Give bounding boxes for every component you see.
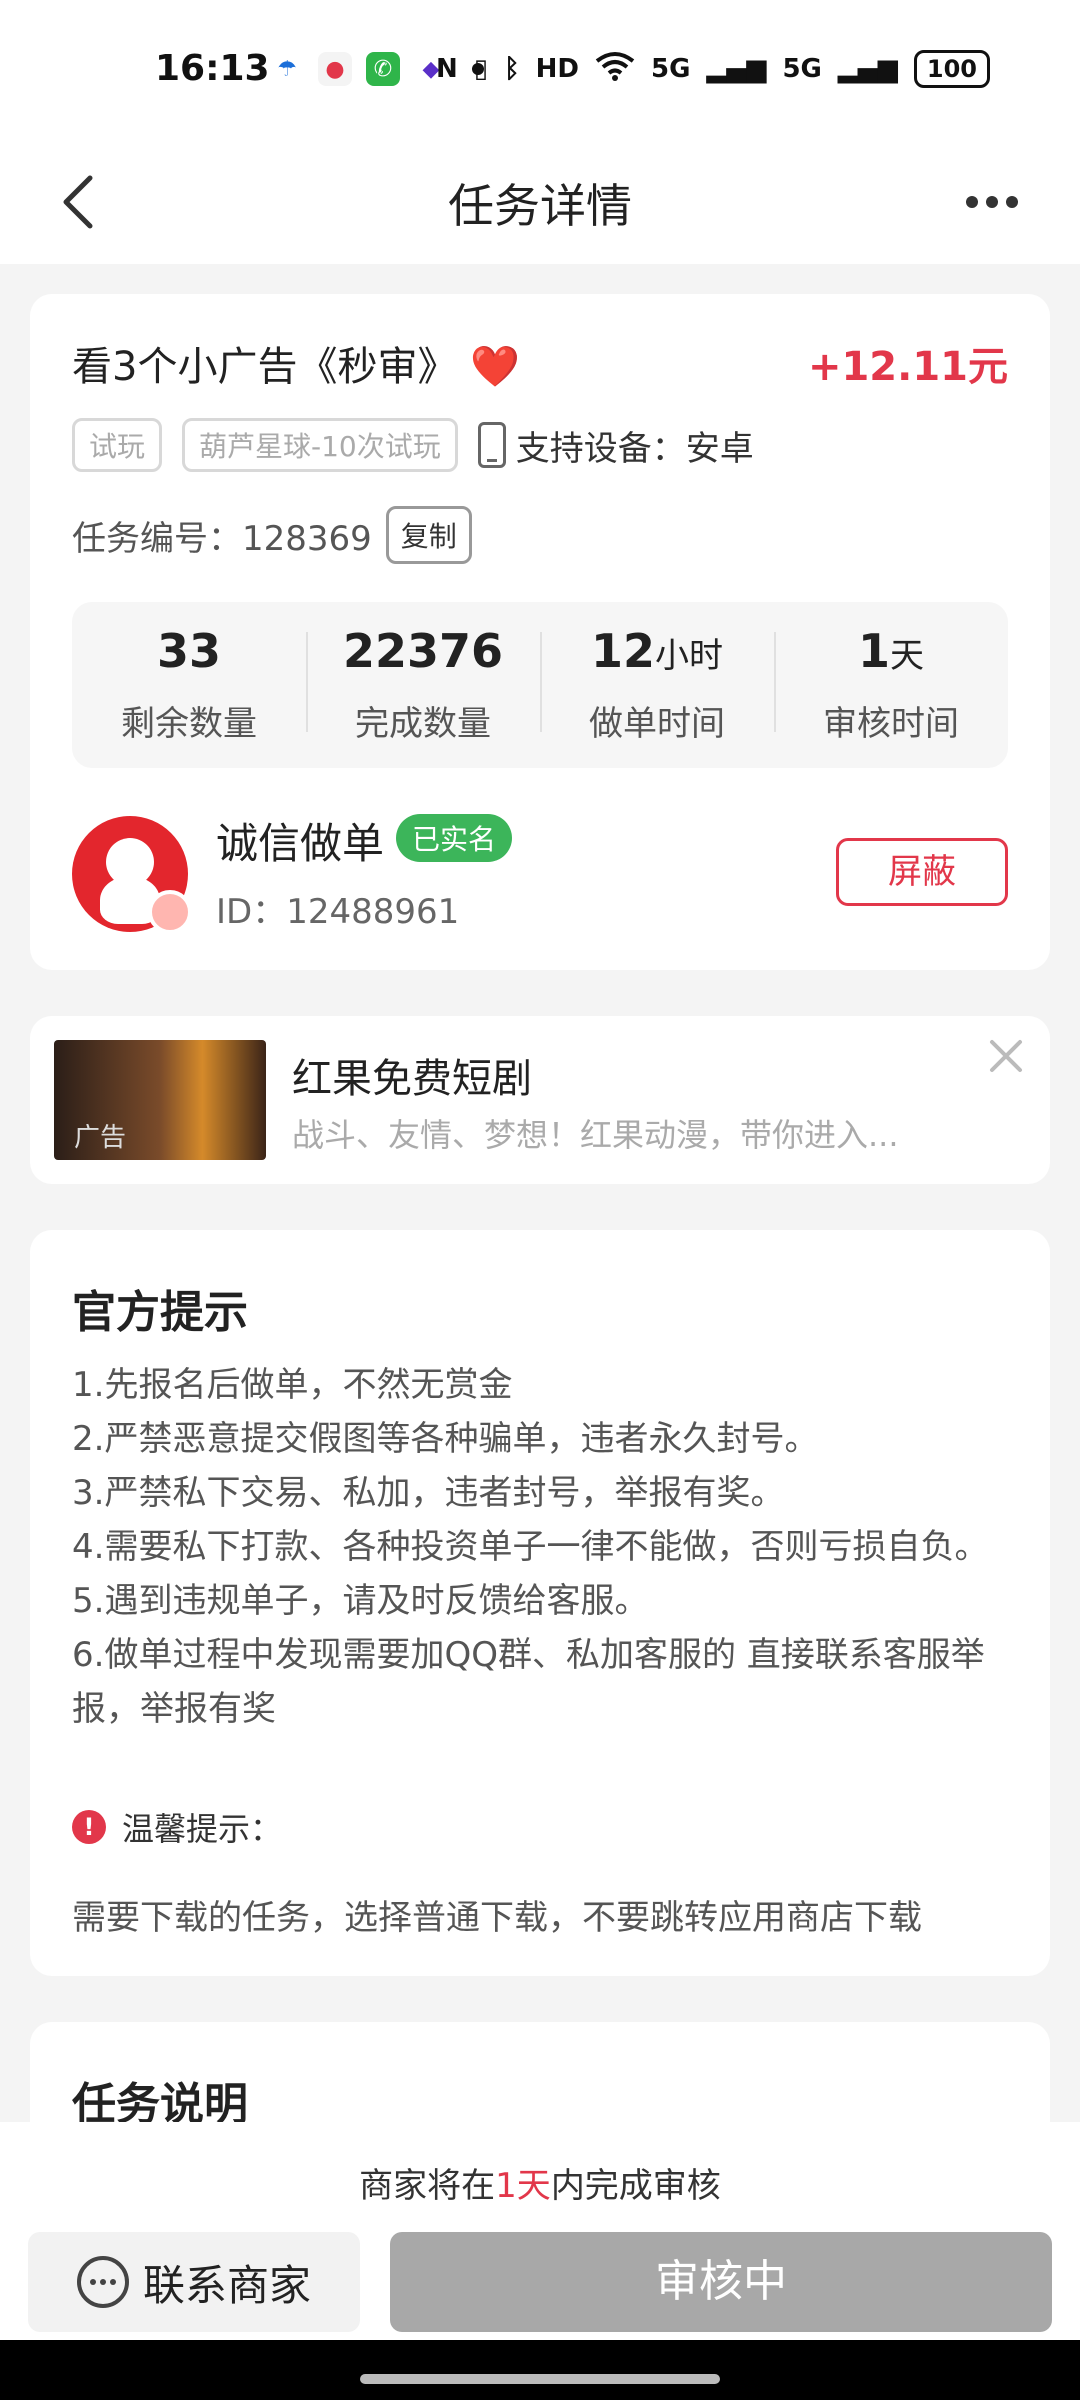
signal-bars-icon-1: ▂▄▆ bbox=[706, 54, 767, 84]
status-bar: 16:13 ☂ ● ✆ ◆ N ▯ ᛒ HD 5G ▂▄▆ 5G ▂▄▆ 100 bbox=[0, 0, 1080, 140]
stat-unit: 小时 bbox=[655, 636, 723, 676]
warning-icon: ! bbox=[72, 1810, 106, 1844]
notice-item: 6.做单过程中发现需要加QQ群、私加客服的 直接联系客服举报，举报有奖 bbox=[72, 1635, 985, 1729]
stat-value: 1 bbox=[857, 624, 890, 678]
notice-item: 2.严禁恶意提交假图等各种骗单，违者永久封号。 bbox=[72, 1419, 819, 1459]
phone-icon bbox=[477, 422, 506, 468]
ad-card[interactable]: 广告 红果免费短剧 战斗、友情、梦想！红果动漫，带你进入... bbox=[30, 1016, 1050, 1184]
chat-icon bbox=[76, 2256, 129, 2308]
stat-value: 12 bbox=[590, 624, 655, 678]
block-button[interactable]: 屏蔽 bbox=[836, 838, 1008, 906]
page-title: 任务详情 bbox=[448, 179, 632, 233]
more-options-button[interactable] bbox=[966, 180, 1036, 224]
vibrate-icon: ▯ bbox=[473, 54, 489, 84]
supported-device-text: 支持设备：安卓 bbox=[515, 428, 754, 469]
stat-label: 做单时间 bbox=[589, 704, 725, 744]
stat-value: 22376 bbox=[342, 624, 504, 678]
stat-label: 审核时间 bbox=[823, 704, 959, 744]
bottom-action-bar: 商家将在1天内完成审核 联系商家 审核中 bbox=[0, 2122, 1080, 2340]
tag-trial: 试玩 bbox=[72, 418, 163, 472]
tag-platform: 葫芦星球-10次试玩 bbox=[182, 418, 458, 472]
wifi-icon bbox=[595, 51, 635, 88]
verified-badge: 已实名 bbox=[396, 814, 513, 862]
task-number-row: 任务编号：128369 复制 bbox=[72, 506, 472, 564]
ad-description: 战斗、友情、梦想！红果动漫，带你进入... bbox=[292, 1116, 899, 1154]
stat-unit: 天 bbox=[890, 636, 924, 676]
notice-item: 5.遇到违规单子，请及时反馈给客服。 bbox=[72, 1581, 649, 1621]
system-status-icons: N ▯ ᛒ HD 5G ▂▄▆ 5G ▂▄▆ 100 bbox=[436, 50, 990, 88]
signal-5g-icon-2: 5G bbox=[782, 54, 822, 84]
notice-title: 官方提示 bbox=[72, 1287, 248, 1338]
ad-label: 广告 bbox=[74, 1123, 127, 1153]
copy-button[interactable]: 复制 bbox=[385, 506, 472, 564]
task-reward: +12.11元 bbox=[807, 344, 1008, 390]
task-title: 看3个小广告《秒审》 ❤️ bbox=[72, 334, 520, 392]
notice-item: 4.需要私下打款、各种投资单子一律不能做，否则亏损自负。 bbox=[72, 1527, 989, 1567]
contact-merchant-button[interactable]: 联系商家 bbox=[28, 2232, 360, 2332]
nav-bar: 任务详情 bbox=[0, 140, 1080, 264]
notice-item: 3.严禁私下交易、私加，违者封号，举报有奖。 bbox=[72, 1473, 785, 1513]
seller-id: ID：12488961 bbox=[216, 892, 460, 932]
seller-name: 诚信做单 bbox=[216, 819, 385, 868]
nfc-icon: N bbox=[435, 54, 458, 84]
phone-app-icon: ✆ bbox=[366, 52, 400, 86]
close-icon bbox=[990, 1040, 1022, 1072]
notice-list: 1.先报名后做单，不然无赏金 2.严禁恶意提交假图等各种骗单，违者永久封号。 3… bbox=[72, 1358, 1032, 1736]
review-notice-highlight: 1天 bbox=[495, 2166, 551, 2206]
task-number: 任务编号：128369 bbox=[72, 518, 372, 559]
stat-label: 剩余数量 bbox=[121, 704, 257, 744]
bluetooth-icon: ᛒ bbox=[504, 54, 520, 84]
ad-thumbnail[interactable]: 广告 bbox=[54, 1040, 266, 1160]
stat-remaining: 33 剩余数量 bbox=[72, 602, 306, 768]
gesture-navigation-bar bbox=[0, 2340, 1080, 2400]
task-tags: 试玩 葫芦星球-10次试玩 支持设备：安卓 bbox=[72, 418, 754, 472]
stat-label: 完成数量 bbox=[355, 704, 491, 744]
more-dot-icon bbox=[1006, 196, 1018, 208]
task-stats: 33 剩余数量 22376 完成数量 12小时 做单时间 1天 审核时间 bbox=[72, 602, 1008, 768]
more-dot-icon bbox=[986, 196, 998, 208]
status-time: 16:13 bbox=[155, 48, 270, 89]
review-notice-suffix: 内完成审核 bbox=[550, 2166, 721, 2206]
more-dot-icon bbox=[966, 196, 978, 208]
stat-review-time: 1天 审核时间 bbox=[774, 602, 1008, 768]
review-notice: 商家将在1天内完成审核 bbox=[0, 2158, 1080, 2207]
stat-work-time: 12小时 做单时间 bbox=[540, 602, 774, 768]
warm-tip-header: ! 温馨提示： bbox=[72, 1804, 282, 1850]
home-gesture-handle[interactable] bbox=[360, 2374, 720, 2384]
task-title-text: 看3个小广告《秒审》 bbox=[72, 344, 458, 390]
seller-avatar[interactable] bbox=[72, 816, 192, 934]
signal-5g-icon-1: 5G bbox=[651, 54, 691, 84]
ad-title: 红果免费短剧 bbox=[292, 1056, 532, 1102]
warm-tip-text: 需要下载的任务，选择普通下载，不要跳转应用商店下载 bbox=[72, 1898, 922, 1938]
reviewing-status-button[interactable]: 审核中 bbox=[390, 2232, 1052, 2332]
avatar-badge-icon bbox=[148, 890, 192, 934]
notice-item: 1.先报名后做单，不然无赏金 bbox=[72, 1365, 513, 1405]
review-notice-prefix: 商家将在 bbox=[359, 2166, 496, 2206]
warm-tip-label: 温馨提示： bbox=[122, 1810, 283, 1848]
hd-icon: HD bbox=[535, 54, 580, 84]
official-notice-card: 官方提示 1.先报名后做单，不然无赏金 2.严禁恶意提交假图等各种骗单，违者永久… bbox=[30, 1230, 1050, 1976]
heart-icon: ❤️ bbox=[470, 344, 520, 390]
close-ad-button[interactable] bbox=[986, 1036, 1026, 1076]
battery-icon: 100 bbox=[913, 50, 990, 88]
umbrella-app-icon: ☂ bbox=[270, 52, 304, 86]
supported-device: 支持设备：安卓 bbox=[477, 421, 754, 470]
signal-bars-icon-2: ▂▄▆ bbox=[837, 54, 898, 84]
task-info-card: 看3个小广告《秒审》 ❤️ +12.11元 试玩 葫芦星球-10次试玩 支持设备… bbox=[30, 294, 1050, 970]
map-pin-app-icon: ● bbox=[318, 52, 352, 86]
contact-merchant-label: 联系商家 bbox=[142, 2260, 311, 2310]
stat-value: 33 bbox=[156, 624, 221, 678]
stat-completed: 22376 完成数量 bbox=[306, 602, 540, 768]
